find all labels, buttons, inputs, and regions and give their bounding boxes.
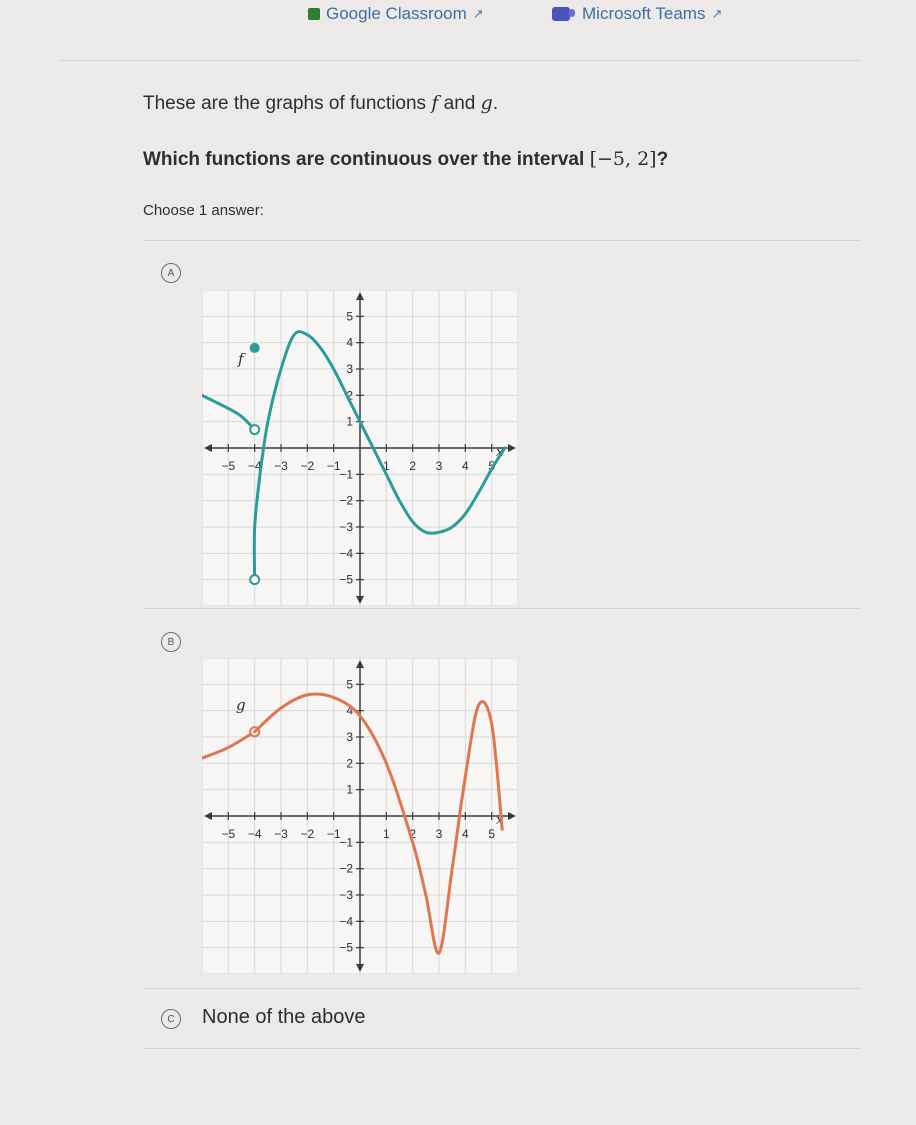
y-tick-label: −1 <box>339 835 353 849</box>
x-tick-label: −3 <box>274 827 288 841</box>
question-and: and <box>438 93 481 114</box>
interval-expression: [−5, 2] <box>589 148 657 170</box>
x-tick-label: 2 <box>409 459 416 473</box>
graph-g: −5−4−3−2−11234554321−1−2−3−4−5xyg <box>202 658 518 974</box>
y-tick-label: −1 <box>339 467 353 481</box>
choice-c-letter[interactable]: C <box>161 1009 181 1029</box>
open-endpoint <box>249 424 261 436</box>
x-tick-label: 3 <box>436 827 443 841</box>
x-tick-label: 3 <box>436 459 443 473</box>
choice-c-text[interactable]: None of the above <box>202 1006 365 1029</box>
y-tick-label: −3 <box>339 888 353 902</box>
top-links: Google Classroom ↗ Microsoft Teams ↗ <box>0 0 916 34</box>
y-tick-label: 1 <box>346 783 353 797</box>
y-tick-label: −4 <box>339 914 353 928</box>
choice-a-letter[interactable]: A <box>161 263 181 283</box>
closed-endpoint <box>249 342 260 353</box>
divider <box>143 608 860 609</box>
external-link-icon: ↗ <box>472 6 484 21</box>
question-period: . <box>492 93 499 114</box>
google-classroom-icon <box>308 8 320 20</box>
microsoft-teams-icon <box>552 7 575 21</box>
x-tick-label: −4 <box>248 827 262 841</box>
divider <box>143 240 860 241</box>
google-classroom-link[interactable]: Google Classroom ↗ <box>308 4 484 24</box>
y-tick-label: 3 <box>346 730 353 744</box>
x-tick-label: 4 <box>462 827 469 841</box>
google-classroom-label: Google Classroom <box>326 4 467 23</box>
question-text: These are the graphs of functions <box>143 93 432 114</box>
question-text: Which functions are continuous over the … <box>143 149 590 170</box>
x-tick-label: 4 <box>462 459 469 473</box>
x-tick-label: −5 <box>221 827 235 841</box>
question-mark: ? <box>656 149 669 170</box>
graph-f: −5−4−3−2−11234554321−1−2−3−4−5xyf <box>202 290 518 606</box>
x-tick-label: 1 <box>383 827 390 841</box>
x-tick-label: −2 <box>300 459 314 473</box>
question-line-1: These are the graphs of functions f and … <box>143 92 498 115</box>
y-tick-label: −2 <box>339 494 353 508</box>
y-tick-label: −2 <box>339 862 353 876</box>
y-tick-label: 5 <box>346 309 353 323</box>
divider <box>143 988 860 989</box>
y-tick-label: −5 <box>339 941 353 955</box>
x-tick-label: 5 <box>488 827 495 841</box>
y-tick-label: −4 <box>339 546 353 560</box>
x-tick-label: −3 <box>274 459 288 473</box>
function-label: g <box>236 696 246 714</box>
microsoft-teams-label: Microsoft Teams <box>582 4 706 23</box>
open-endpoint <box>249 574 261 586</box>
y-tick-label: 1 <box>346 415 353 429</box>
choice-b-letter[interactable]: B <box>161 632 181 652</box>
microsoft-teams-link[interactable]: Microsoft Teams ↗ <box>552 4 722 24</box>
y-tick-label: 2 <box>346 756 353 770</box>
question-line-2: Which functions are continuous over the … <box>143 148 668 171</box>
y-tick-label: −3 <box>339 520 353 534</box>
y-tick-label: 3 <box>346 362 353 376</box>
divider <box>143 1048 860 1049</box>
divider <box>60 60 860 61</box>
y-tick-label: 5 <box>346 677 353 691</box>
x-tick-label: −2 <box>300 827 314 841</box>
y-tick-label: 4 <box>346 336 353 350</box>
x-tick-label: −5 <box>221 459 235 473</box>
y-tick-label: −5 <box>339 573 353 587</box>
choose-label: Choose 1 answer: <box>143 202 264 219</box>
function-g-symbol: g <box>480 92 493 114</box>
external-link-icon: ↗ <box>711 6 723 21</box>
